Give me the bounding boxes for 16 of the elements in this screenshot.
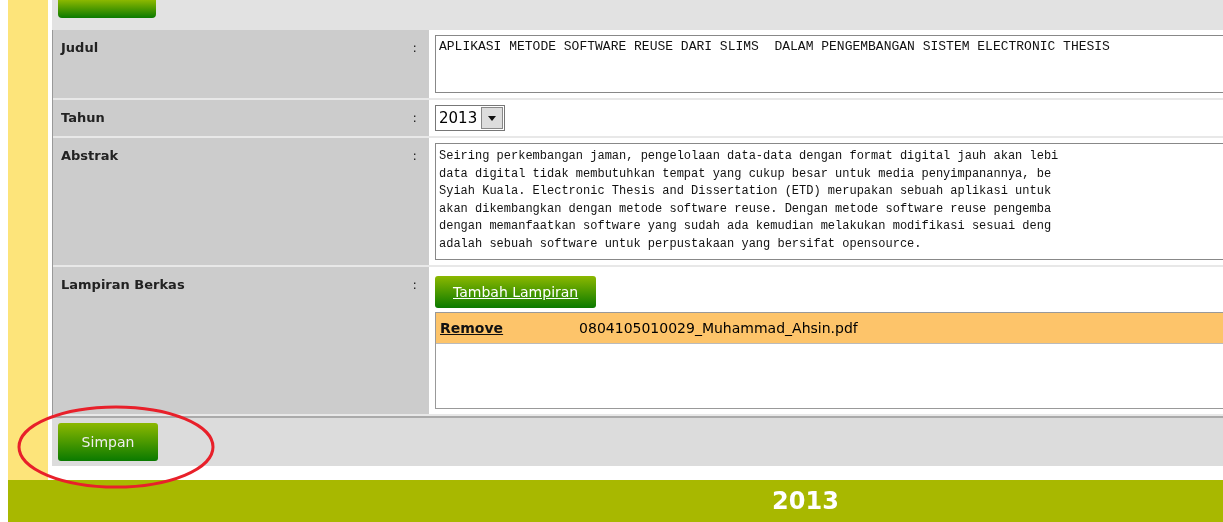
add-attachment-button[interactable]: Tambah Lampiran xyxy=(435,276,597,308)
field-label: Tahun xyxy=(61,110,105,125)
separator: : xyxy=(412,148,418,163)
field-label: Judul xyxy=(61,40,99,55)
footer-year: 2013 xyxy=(772,487,839,515)
separator: : xyxy=(412,110,418,125)
separator: : xyxy=(412,40,418,55)
separator: : xyxy=(412,277,418,292)
abstract-field[interactable]: Seiring perkembangan jaman, pengelolaan data-data dengan format digital jauh akan lebi data digital tidak membutuhkan tempat yang cukup besar untuk media penyimpanannya, be Syiah Kuala. Electronic Thesis and Dissertation (ETD) merupakan sebuah aplikasi untuk akan dikembangkan dengan metode software reuse. Dengan metode software reuse pengemba dengan memanfaatkan software yang sudah ada kemudian melakukan modifikasi sesuai deng adalah sebuah software untuk perpustakaan yang bersifat opensource. xyxy=(435,143,1223,260)
title-field[interactable]: APLIKASI METODE SOFTWARE REUSE DARI SLIMS DALAM PENGEMBANGAN SISTEM ELECTRONIC THESIS xyxy=(435,35,1223,93)
file-name: 0804105010029_Muhammad_Ahsin.pdf xyxy=(579,320,858,336)
cut-off-button[interactable] xyxy=(58,0,156,18)
year-dropdown[interactable]: 2013 xyxy=(435,105,506,131)
field-label: Abstrak xyxy=(61,148,119,163)
field-label: Lampiran Berkas xyxy=(61,277,185,292)
remove-link[interactable]: Remove xyxy=(440,320,504,336)
